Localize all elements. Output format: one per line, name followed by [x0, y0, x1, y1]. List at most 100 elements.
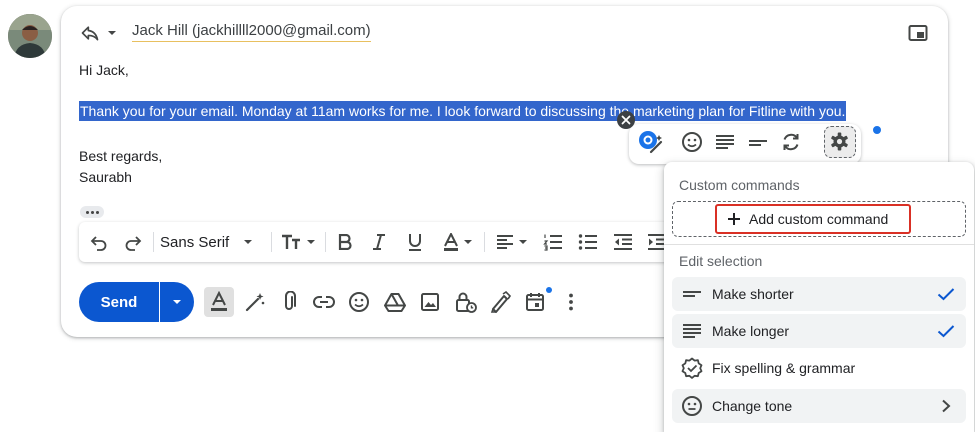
font-family-select[interactable]: Sans Serif: [160, 222, 268, 262]
formatting-options-button[interactable]: [204, 287, 234, 317]
show-trimmed-content-button[interactable]: [80, 206, 104, 218]
short-lines-icon: [681, 283, 703, 305]
reply-icon: [80, 23, 100, 43]
text-color-icon: [444, 233, 458, 251]
reply-type-selector[interactable]: [80, 22, 118, 44]
menu-divider: [664, 244, 974, 245]
gear-icon: [831, 132, 848, 151]
font-family-label: Sans Serif: [160, 233, 230, 251]
bulleted-list-button[interactable]: [576, 222, 600, 262]
message-greeting[interactable]: Hi Jack,: [79, 62, 129, 78]
rewrite-button[interactable]: [776, 127, 806, 157]
menu-item-label: Change tone: [712, 398, 793, 414]
ai-magic-icon: [639, 131, 663, 154]
insert-drive-file-button[interactable]: [380, 287, 410, 317]
settings-button[interactable]: [824, 126, 856, 158]
menu-item-label: Fix spelling & grammar: [712, 360, 856, 376]
insert-signature-button[interactable]: [485, 287, 515, 317]
insert-link-button[interactable]: [309, 287, 339, 317]
magic-pen-icon: [245, 293, 265, 312]
more-options-button[interactable]: [556, 287, 586, 317]
close-toolbar-button[interactable]: [617, 111, 635, 129]
shorten-button[interactable]: [743, 127, 773, 157]
chevron-down-icon: [464, 240, 472, 244]
bold-button[interactable]: [333, 222, 357, 262]
toolbar-divider: [325, 232, 326, 252]
bold-icon: [338, 234, 352, 250]
edit-selection-heading: Edit selection: [679, 253, 763, 269]
chevron-right-icon: [936, 396, 956, 416]
chevron-down-icon: [244, 240, 253, 244]
redo-icon: [125, 236, 142, 251]
text-size-icon: [281, 234, 300, 249]
numbered-list-icon: [543, 234, 562, 251]
chevron-down-icon: [519, 240, 527, 244]
plus-icon: [728, 213, 740, 225]
help-me-write-button[interactable]: [240, 287, 270, 317]
lock-clock-icon: [456, 292, 477, 313]
chevron-down-icon: [306, 240, 315, 244]
indent-less-icon: [614, 234, 632, 250]
chevron-down-icon: [173, 300, 181, 304]
underline-icon: [409, 234, 421, 251]
smiley-icon: [349, 292, 369, 312]
selected-text[interactable]: Thank you for your email. Monday at 11am…: [79, 101, 847, 121]
add-custom-command-button[interactable]: Add custom command: [715, 204, 911, 234]
toolbar-divider: [271, 232, 272, 252]
smiley-icon: [682, 132, 702, 152]
undo-button[interactable]: [86, 222, 112, 262]
new-feature-dot: [546, 287, 552, 293]
menu-item-change-tone[interactable]: Change tone: [672, 389, 966, 423]
more-vertical-icon: [569, 293, 573, 311]
long-lines-icon: [681, 320, 703, 342]
confidential-mode-button[interactable]: [451, 287, 481, 317]
refresh-icon: [783, 133, 799, 151]
image-icon: [421, 293, 439, 311]
custom-commands-heading: Custom commands: [679, 177, 800, 193]
redo-button[interactable]: [120, 222, 146, 262]
calendar-icon: [526, 293, 544, 311]
italic-icon: [373, 234, 385, 250]
menu-item-fix-spelling[interactable]: Fix spelling & grammar: [672, 351, 966, 385]
close-icon: [621, 115, 631, 125]
text-color-select[interactable]: [438, 222, 478, 262]
recipient-field[interactable]: Jack Hill (jackhillll2000@gmail.com): [132, 22, 371, 42]
paperclip-icon: [285, 291, 296, 310]
message-signoff[interactable]: Best regards,: [79, 148, 162, 164]
toolbar-divider: [153, 232, 154, 252]
send-button[interactable]: Send: [79, 282, 159, 322]
check-icon: [936, 284, 956, 304]
elaborate-button[interactable]: [710, 127, 740, 157]
insert-emoji-button[interactable]: [344, 287, 374, 317]
underline-button[interactable]: [403, 222, 427, 262]
notification-dot: [873, 126, 881, 134]
add-custom-command-label: Add custom command: [749, 211, 889, 227]
tone-button[interactable]: [677, 127, 707, 157]
undo-icon: [90, 236, 107, 251]
signature-pen-icon: [490, 291, 511, 313]
attach-files-button[interactable]: [274, 287, 304, 317]
align-left-icon: [497, 235, 513, 249]
bulleted-list-icon: [578, 234, 597, 250]
drive-icon: [384, 293, 406, 312]
menu-item-label: Make longer: [712, 323, 790, 339]
pop-out-icon[interactable]: [908, 24, 928, 42]
indent-less-button[interactable]: [611, 222, 635, 262]
italic-button[interactable]: [367, 222, 391, 262]
smiley-icon: [681, 395, 703, 417]
avatar[interactable]: [8, 14, 52, 58]
numbered-list-button[interactable]: [541, 222, 565, 262]
link-icon: [313, 296, 335, 308]
message-selected-paragraph[interactable]: Thank you for your email. Monday at 11am…: [79, 101, 847, 121]
long-lines-icon: [716, 135, 734, 149]
menu-item-make-longer[interactable]: Make longer: [672, 314, 966, 348]
font-size-select[interactable]: [278, 222, 318, 262]
message-signature[interactable]: Saurabh: [79, 169, 132, 185]
insert-photo-button[interactable]: [415, 287, 445, 317]
menu-item-make-shorter[interactable]: Make shorter: [672, 277, 966, 311]
short-lines-icon: [749, 140, 767, 146]
align-select[interactable]: [492, 222, 532, 262]
ai-assistant-button[interactable]: [635, 127, 665, 157]
toolbar-divider: [484, 232, 485, 252]
badge-check-icon: [681, 357, 703, 379]
